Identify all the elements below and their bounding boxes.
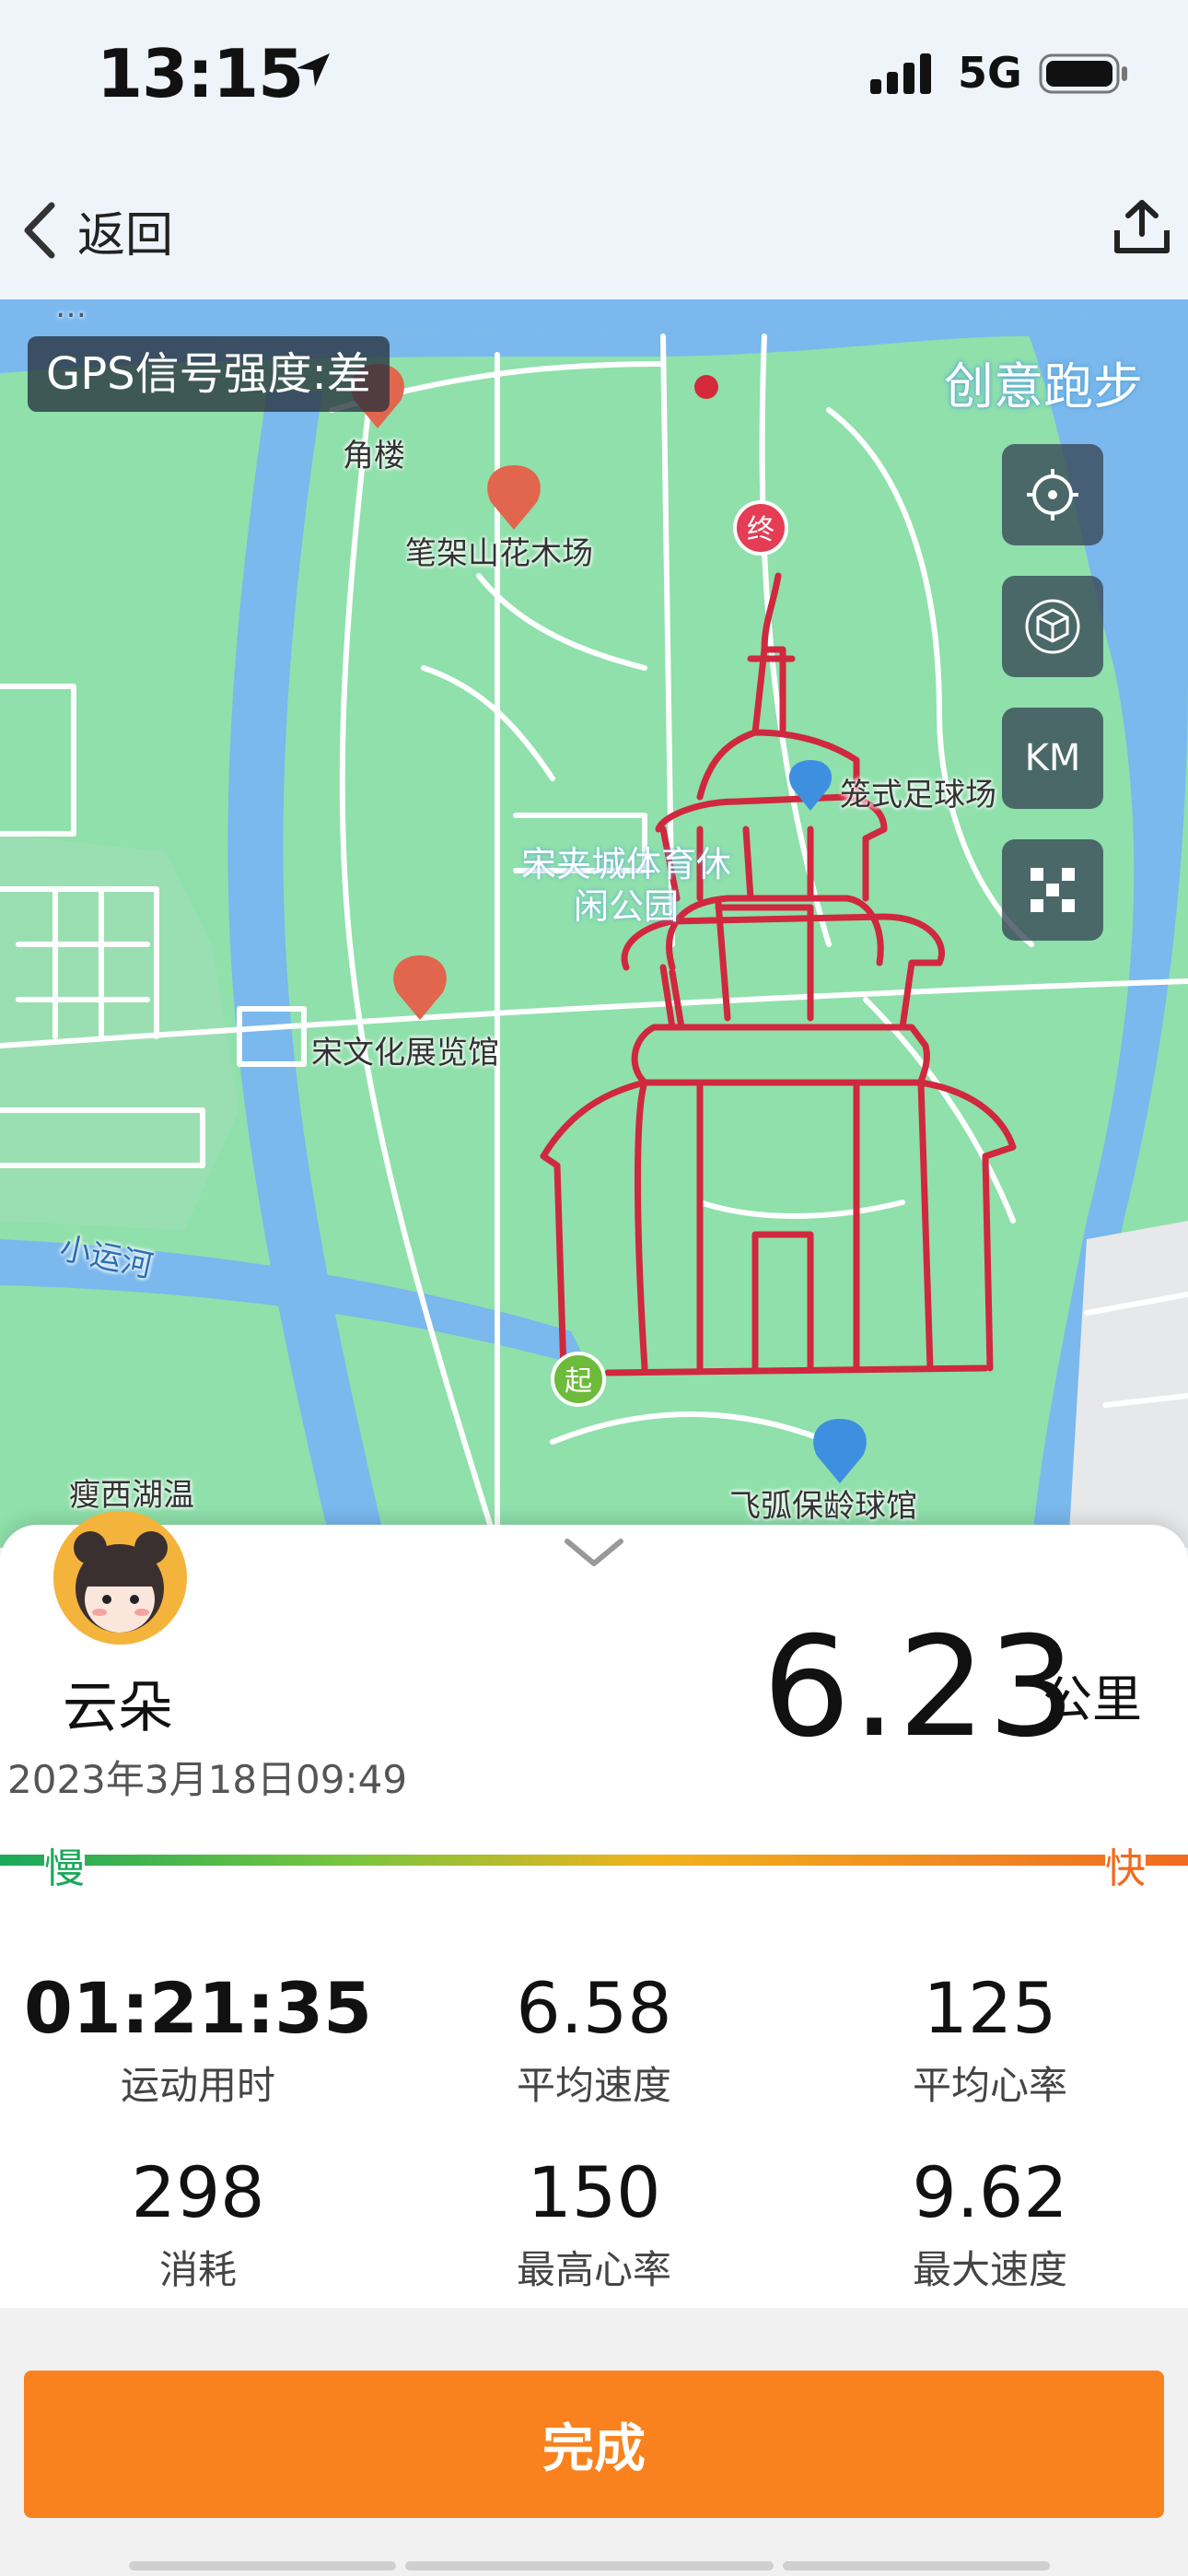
- map-place-label: 瘦西湖温: [69, 1477, 194, 1514]
- speed-fast-label: 快: [1105, 1835, 1146, 1894]
- map-place-label: 角楼: [343, 438, 405, 474]
- status-time: 13:15: [97, 35, 304, 112]
- avatar[interactable]: [53, 1511, 187, 1645]
- stat-label: 运动用时: [120, 2063, 275, 2108]
- stat-duration: 01:21:35 运动用时: [0, 1967, 396, 2111]
- mode-label: 创意跑步: [944, 357, 1143, 416]
- battery-icon: [1039, 53, 1127, 94]
- back-label: 返回: [77, 207, 174, 263]
- done-button[interactable]: 完成: [24, 2371, 1164, 2518]
- stat-value: 6.58: [516, 1967, 672, 2049]
- 3d-cube-icon: [1025, 599, 1080, 654]
- signal-bars-icon: [870, 53, 931, 94]
- map-place-label: 笼式足球场: [840, 777, 996, 814]
- network-type: 5G: [958, 48, 1022, 98]
- stat-avg-speed: 6.58 平均速度: [396, 1967, 792, 2111]
- stat-value: 01:21:35: [23, 1967, 373, 2049]
- location-arrow-icon: [297, 53, 330, 87]
- expand-icon: [1031, 868, 1075, 912]
- start-marker: 起: [551, 1352, 606, 1407]
- crosshair-icon: [1027, 469, 1078, 521]
- map-place-label: 笔架山花木场: [405, 535, 593, 572]
- km-toggle-button[interactable]: KM: [1002, 708, 1103, 809]
- gps-signal-badge: GPS信号强度:差: [28, 336, 390, 412]
- stat-avg-heart-rate: 125 平均心率: [792, 1967, 1188, 2111]
- stat-value: 9.62: [912, 2151, 1068, 2233]
- nav-bar: [0, 157, 1188, 300]
- fullscreen-button[interactable]: [1002, 839, 1103, 941]
- map-place-label: 宋文化展览馆: [311, 1035, 499, 1071]
- chevron-down-icon[interactable]: [562, 1534, 626, 1571]
- distance-unit: 公里: [1042, 1670, 1142, 1728]
- end-marker-label: 终: [747, 514, 775, 546]
- end-marker: 终: [733, 500, 788, 556]
- map-place-label: 宋夹城体育休闲公园: [520, 844, 731, 927]
- distance-value: 6.23: [763, 1608, 1077, 1768]
- km-label: KM: [1024, 737, 1081, 779]
- stat-value: 298: [131, 2151, 265, 2233]
- stat-label: 最大速度: [912, 2247, 1067, 2292]
- back-button[interactable]: 返回: [17, 193, 173, 267]
- chevron-left-icon: [24, 202, 55, 259]
- username: 云朵: [63, 1676, 173, 1740]
- stat-value: 125: [923, 1967, 1057, 2049]
- stat-label: 平均速度: [516, 2063, 671, 2108]
- stat-label: 消耗: [158, 2247, 237, 2292]
- start-marker-label: 起: [565, 1365, 592, 1398]
- share-upload-icon[interactable]: [1110, 195, 1174, 260]
- stat-label: 平均心率: [912, 2063, 1067, 2108]
- map-place-label: 飞弧保龄球馆: [729, 1488, 917, 1525]
- locate-button[interactable]: [1002, 444, 1103, 545]
- stat-calories: 298 消耗: [0, 2151, 396, 2295]
- stat-label: 最高心率: [516, 2247, 671, 2292]
- stat-max-speed: 9.62 最大速度: [792, 2151, 1188, 2295]
- view-3d-button[interactable]: [1002, 576, 1103, 677]
- home-indicator: [129, 2561, 1050, 2570]
- avatar-image: [53, 1511, 187, 1645]
- stat-value: 150: [527, 2151, 661, 2233]
- speed-gradient-bar: [0, 1855, 1188, 1866]
- stat-max-heart-rate: 150 最高心率: [396, 2151, 792, 2295]
- run-datetime: 2023年3月18日09:49: [7, 1757, 408, 1802]
- speed-slow-label: 慢: [44, 1835, 85, 1894]
